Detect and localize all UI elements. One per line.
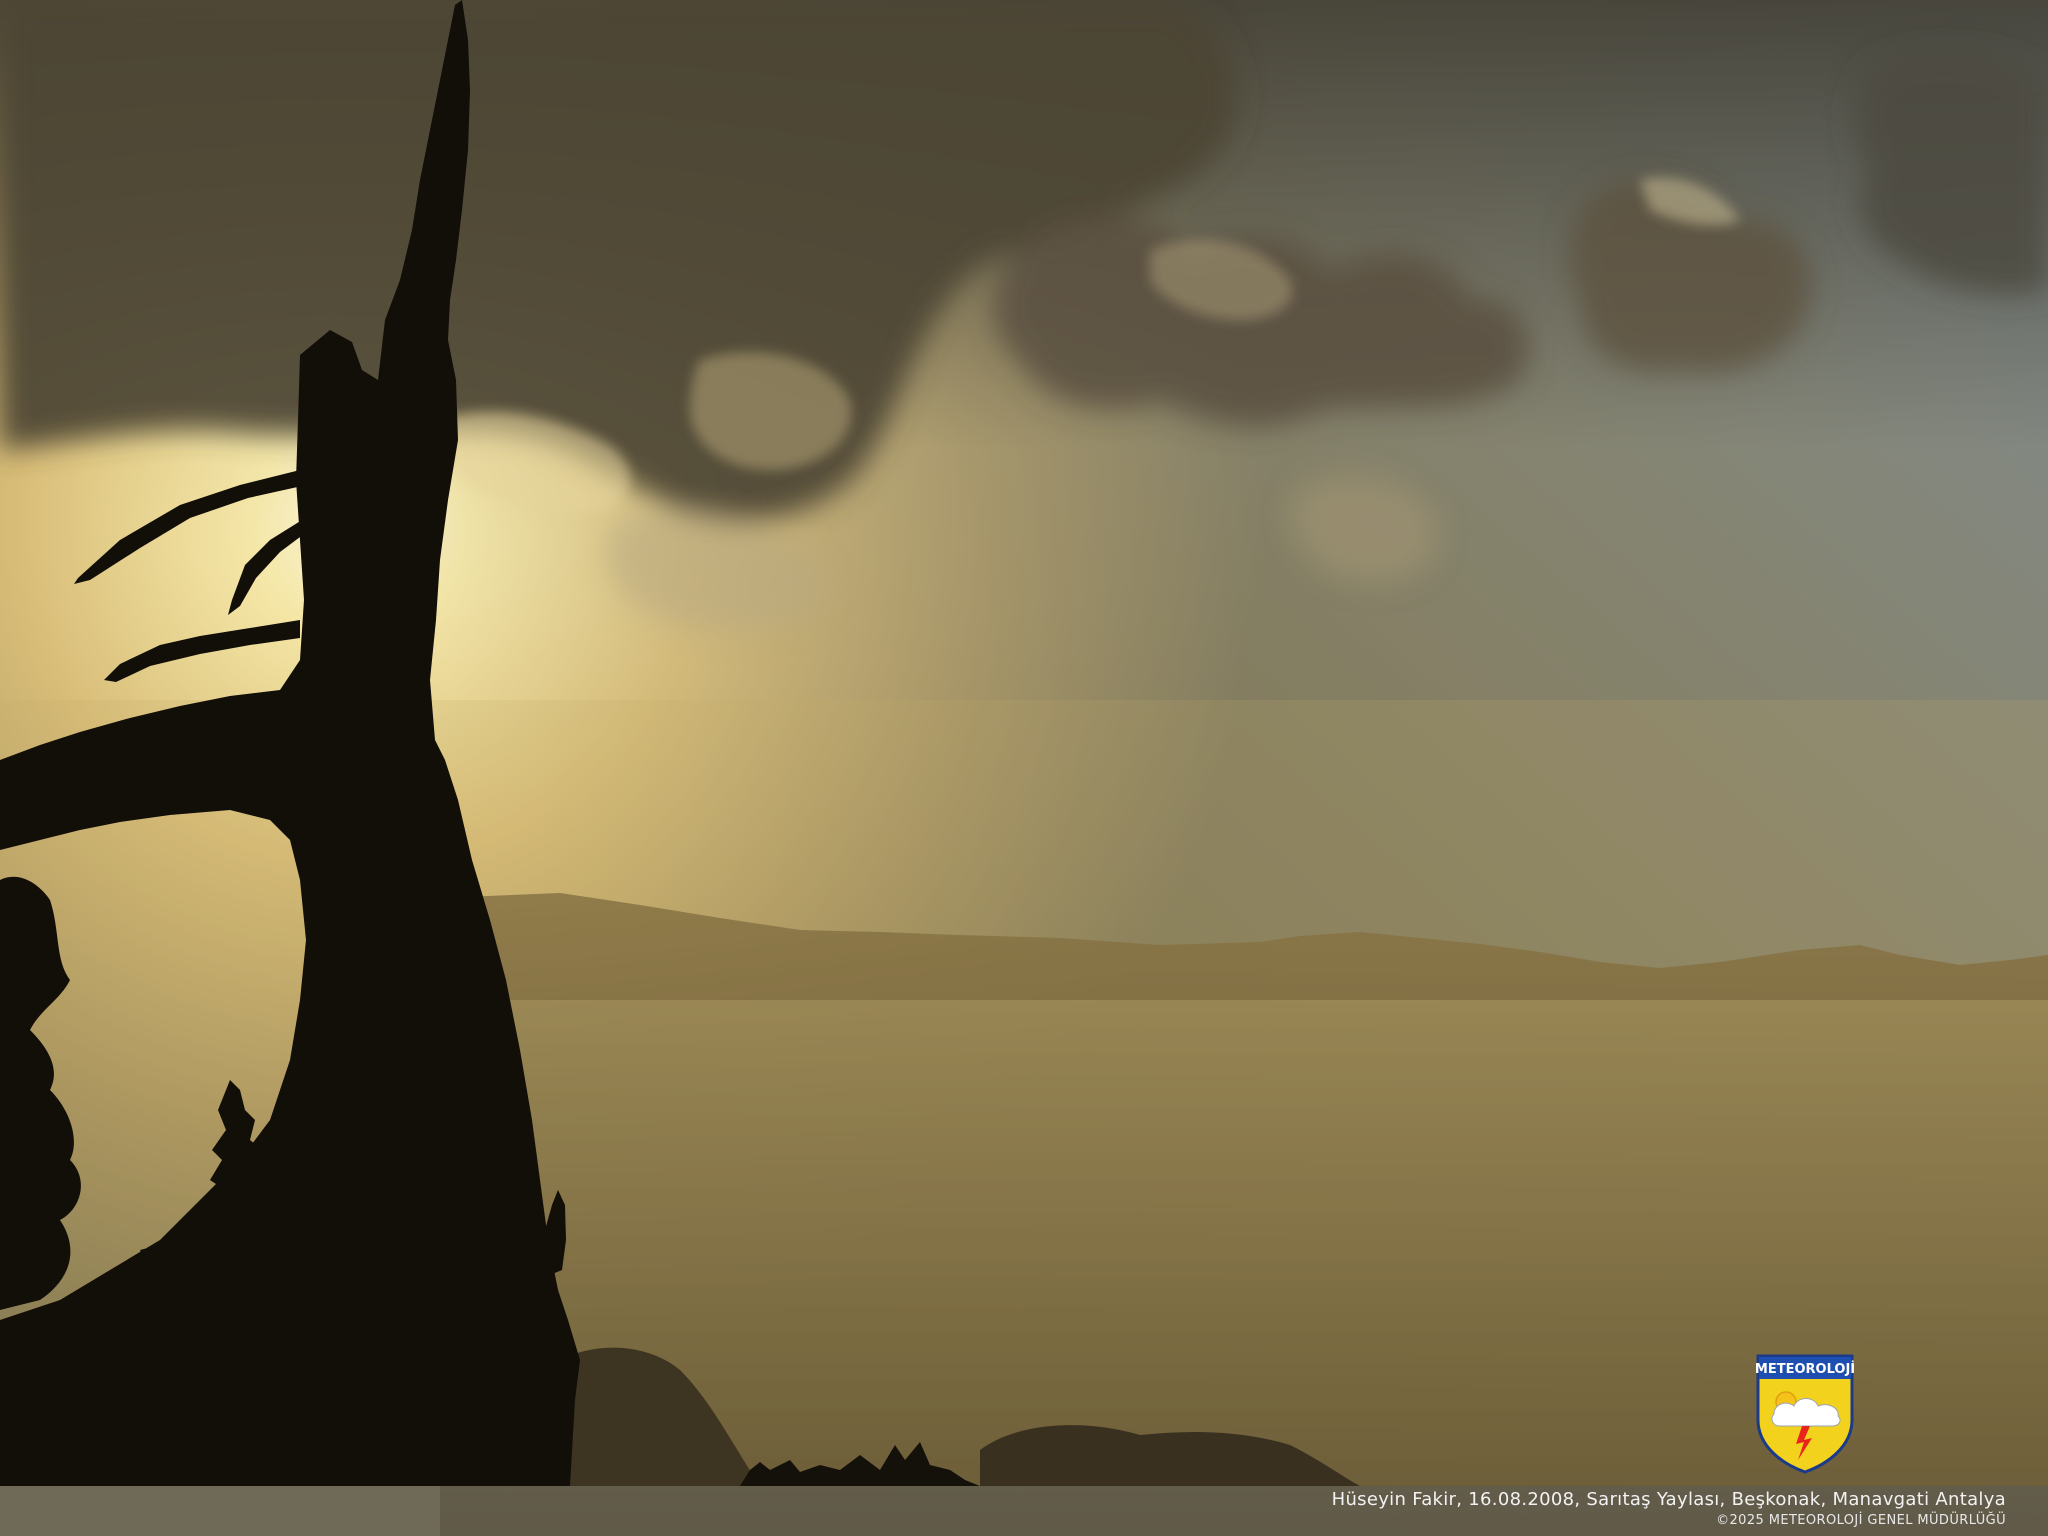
meteoroloji-logo: METEOROLOJİ [1756,1354,1854,1474]
caption-bar: Hüseyin Fakir, 16.08.2008, Sarıtaş Yayla… [0,1486,2048,1536]
sunset-photo [0,0,2048,1536]
photo-scene: METEOROLOJİ Hüseyin Fakir, 16.08.2008, S… [0,0,2048,1536]
copyright-notice: ©2025 METEOROLOJİ GENEL MÜDÜRLÜĞÜ [1716,1513,2006,1528]
logo-text: METEOROLOJİ [1756,1361,1854,1377]
photo-credit: Hüseyin Fakir, 16.08.2008, Sarıtaş Yayla… [1331,1489,2006,1510]
